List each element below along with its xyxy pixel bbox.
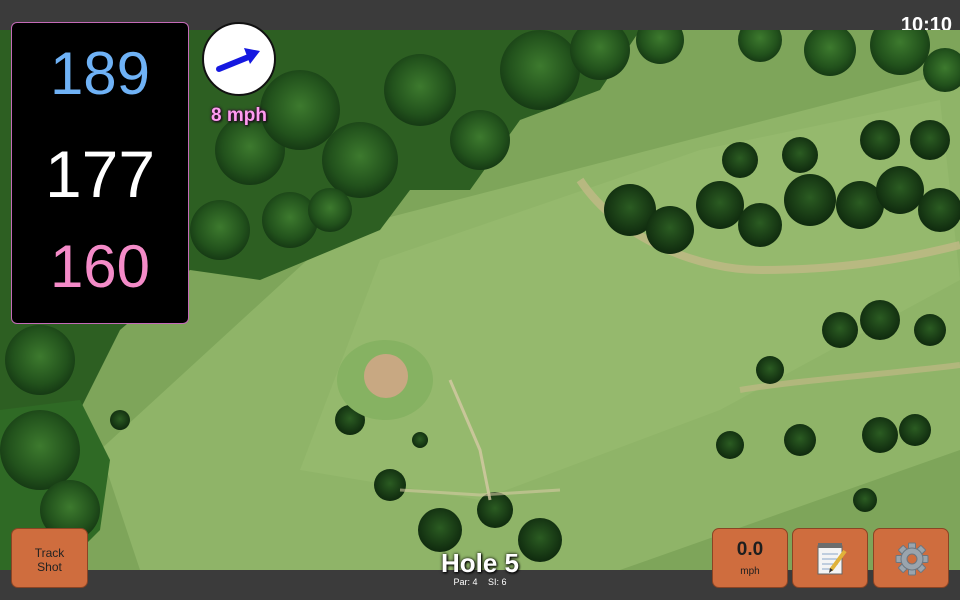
notes-button[interactable]: [792, 528, 868, 588]
arrow-icon: [216, 48, 260, 72]
golf-gps-screen: 10:10 189 177 160 8 mph Hole 5 Par: 4 SI…: [0, 0, 960, 600]
track-shot-label-line1: Track: [34, 546, 65, 560]
distance-panel: 189 177 160: [11, 22, 189, 324]
speed-unit: mph: [740, 566, 760, 577]
wind-speed-label: 8 mph: [211, 105, 267, 126]
settings-button[interactable]: [873, 528, 949, 588]
hole-stroke-index: SI: 6: [488, 577, 507, 587]
track-shot-button[interactable]: Track Shot: [11, 528, 88, 588]
gear-icon: [895, 542, 929, 576]
distance-back: 189: [49, 40, 151, 107]
distance-center: 177: [44, 137, 156, 211]
speed-button[interactable]: 0.0 mph: [712, 528, 788, 588]
wind-direction-indicator: [202, 22, 276, 96]
hole-par: Par: 4: [453, 577, 478, 587]
notepad-icon: [817, 543, 847, 575]
track-shot-label-line2: Shot: [37, 560, 62, 574]
distance-front: 160: [49, 233, 151, 300]
hole-details: Par: 4 SI: 6: [400, 577, 560, 587]
hole-title: Hole 5: [440, 548, 520, 578]
speed-value: 0.0: [736, 539, 764, 560]
